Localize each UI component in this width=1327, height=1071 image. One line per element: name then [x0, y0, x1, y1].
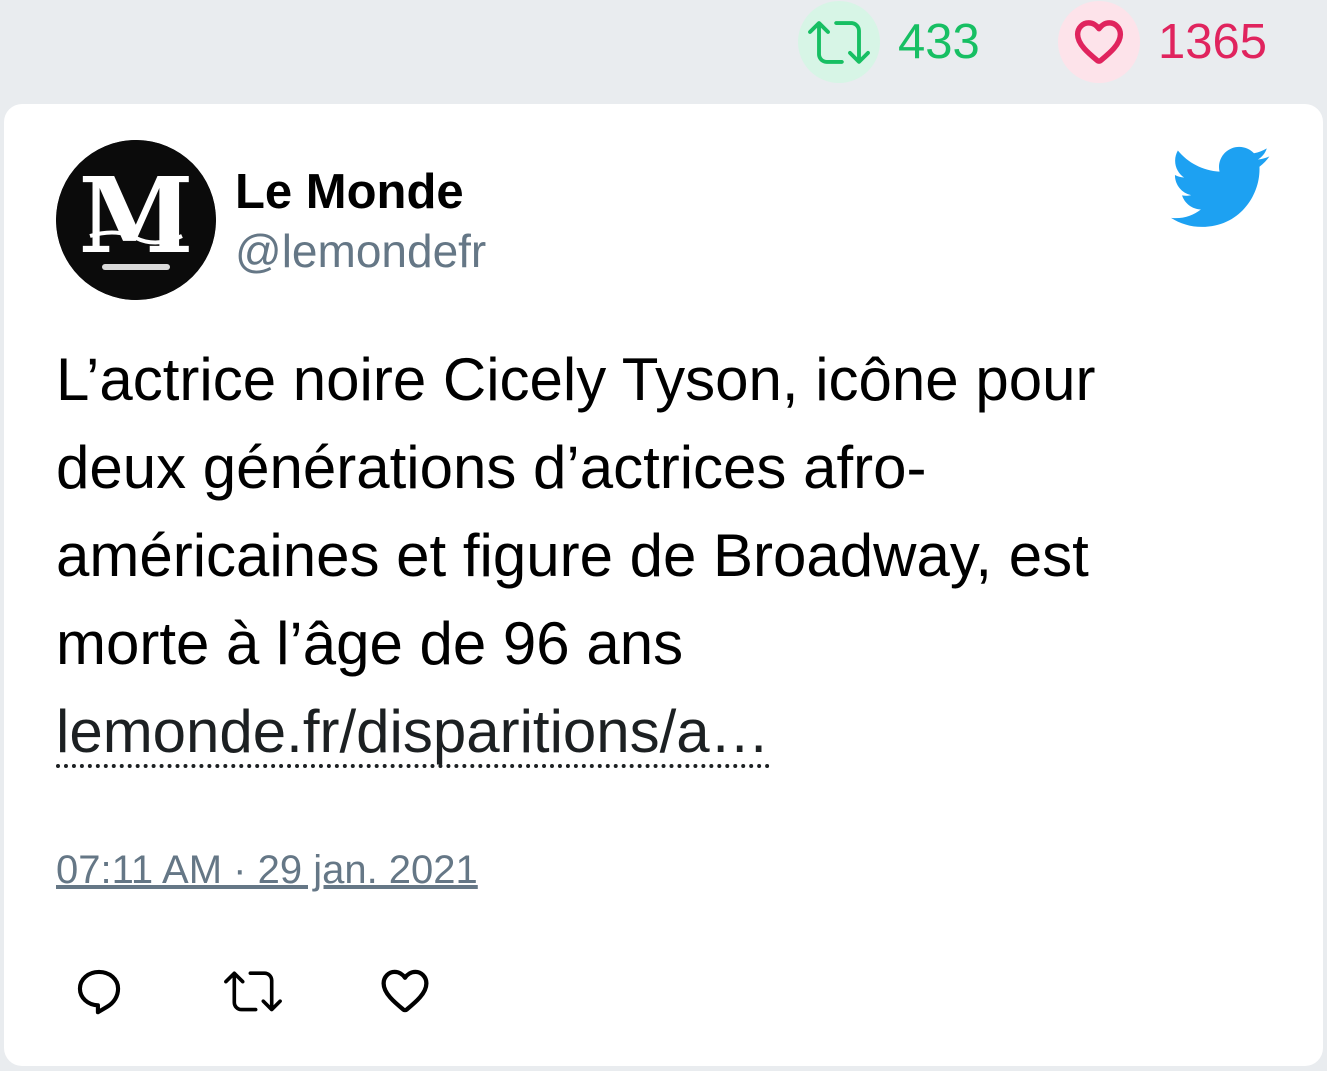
tweet-text-line: morte à l’âge de 96 ans: [56, 610, 684, 677]
retweet-icon[interactable]: [798, 1, 880, 83]
like-button[interactable]: [370, 956, 440, 1026]
tweet-text: L’actrice noire Cicely Tyson, icône pour…: [56, 336, 1266, 776]
author-display-name[interactable]: Le Monde: [235, 165, 464, 220]
avatar[interactable]: M: [56, 140, 216, 300]
reply-icon: [77, 969, 121, 1015]
tweet-text-line: américaines et figure de Broadway, est: [56, 522, 1089, 589]
author-handle[interactable]: @lemondefr: [235, 226, 486, 277]
tweet-link-line: lemonde.fr/disparitions/a…: [56, 688, 1266, 776]
tweet-text-line: deux générations d’actrices afro-: [56, 434, 927, 501]
retweet-stat[interactable]: 433: [798, 0, 980, 84]
tweet-text-line: L’actrice noire Cicely Tyson, icône pour: [56, 346, 1096, 413]
tweet-timestamp[interactable]: 07:11 AM · 29 jan. 2021: [56, 848, 478, 893]
heart-icon[interactable]: [1058, 1, 1140, 83]
tweet-card: M Le Monde @lemondefr L’actrice noire Ci…: [4, 104, 1323, 1066]
tweet-link[interactable]: lemonde.fr/disparitions/a…: [56, 702, 770, 768]
retweet-button[interactable]: [218, 956, 288, 1026]
svg-text:M: M: [78, 154, 193, 277]
twitter-bird-icon[interactable]: [1170, 146, 1271, 230]
retweet-icon: [224, 971, 282, 1012]
reply-button[interactable]: [64, 956, 134, 1026]
like-stat[interactable]: 1365: [1058, 0, 1267, 84]
retweet-count: 433: [898, 14, 980, 69]
le-monde-logo-icon: M: [56, 140, 216, 300]
like-count: 1365: [1158, 14, 1268, 69]
heart-icon: [381, 969, 429, 1013]
engagement-stats-bar: 433 1365: [0, 0, 1327, 100]
